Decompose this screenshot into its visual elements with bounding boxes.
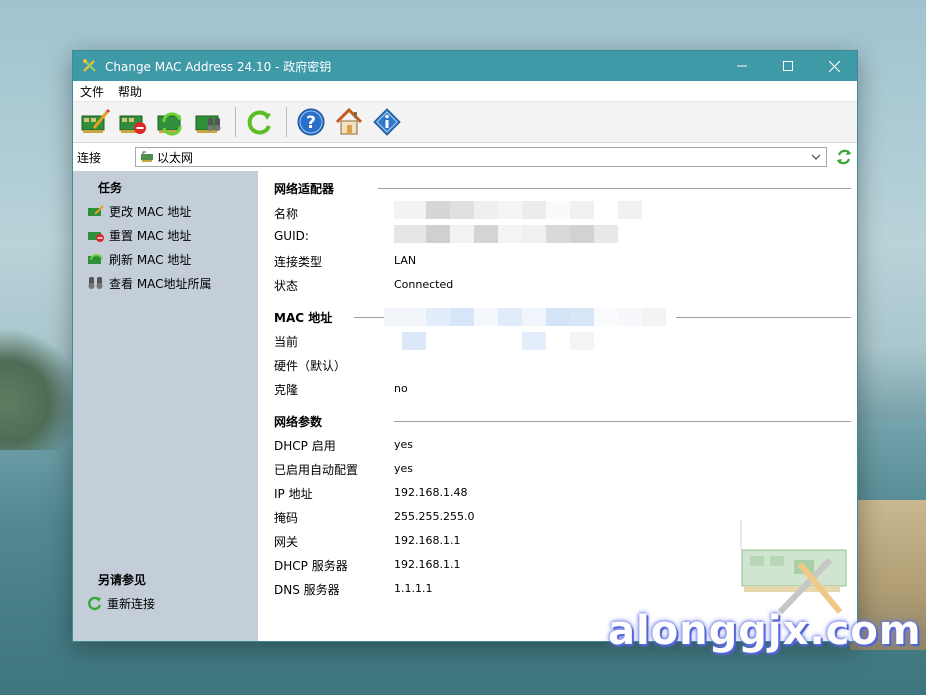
app-logo-icon — [83, 59, 96, 72]
help-button[interactable]: ? — [293, 104, 329, 140]
change-mac-button[interactable] — [77, 104, 113, 140]
connection-type-value: LAN — [394, 254, 417, 267]
gateway-value: 192.168.1.1 — [394, 534, 461, 547]
toolbar: ? — [73, 102, 857, 143]
card-remove-icon — [119, 115, 146, 134]
window-title: Change MAC Address 24.10 - 政府密钥 — [105, 59, 332, 74]
binoculars-icon — [88, 277, 103, 289]
menu-file[interactable]: 文件 — [73, 83, 111, 100]
sidebar-item-reconnect[interactable]: 重新连接 — [87, 593, 155, 613]
minimize-button[interactable] — [719, 51, 765, 81]
guid-label: GUID: — [274, 229, 309, 243]
desktop-island — [0, 330, 80, 450]
connection-select[interactable]: 以太网 — [135, 147, 827, 167]
status-value: Connected — [394, 278, 454, 291]
reset-mac-button[interactable] — [115, 104, 151, 140]
menu-bar: 文件 帮助 — [73, 81, 857, 102]
mac-section-title: MAC 地址 — [274, 311, 333, 325]
dhcp-enabled-label: DHCP 启用 — [274, 439, 336, 453]
connection-label: 连接 — [77, 150, 102, 165]
maximize-button[interactable] — [765, 51, 811, 81]
autoconfig-enabled-label: 已启用自动配置 — [274, 463, 359, 477]
connection-bar: 连接 以太网 — [73, 143, 857, 172]
sidebar-item-label: 重新连接 — [107, 596, 156, 611]
sidebar-item-label: 查看 MAC地址所属 — [109, 276, 212, 291]
lookup-mac-button[interactable] — [191, 104, 227, 140]
ip-address-value: 192.168.1.48 — [394, 486, 468, 499]
section-divider — [676, 317, 851, 318]
svg-text:?: ? — [306, 113, 316, 133]
guid-value-redacted — [394, 225, 644, 243]
params-section-title: 网络参数 — [274, 415, 323, 429]
sidebar-item-reset-mac[interactable]: 重置 MAC 地址 — [87, 225, 191, 245]
adapter-name-value-redacted — [394, 201, 644, 219]
close-button[interactable] — [811, 51, 857, 81]
card-remove-icon — [88, 232, 104, 242]
task-sidebar: 任务 更改 MAC 地址 重置 MAC 地址 刷新 MAC 地址 查看 MAC地… — [73, 171, 258, 641]
section-divider — [378, 188, 851, 189]
status-label: 状态 — [274, 279, 299, 293]
toolbar-separator — [235, 107, 236, 137]
refresh-icon — [247, 110, 271, 135]
ip-address-label: IP 地址 — [274, 487, 313, 501]
network-adapter-icon — [141, 151, 153, 162]
section-divider — [394, 421, 851, 422]
home-icon — [335, 107, 363, 135]
toolbar-separator — [286, 107, 287, 137]
connection-type-label: 连接类型 — [274, 255, 323, 269]
adapter-name-label: 名称 — [274, 207, 299, 221]
home-button[interactable] — [331, 104, 367, 140]
card-edit-icon — [81, 108, 110, 133]
mac-hardware-label: 硬件（默认） — [274, 359, 347, 373]
mac-hardware-value-redacted — [394, 332, 634, 350]
close-icon — [828, 60, 840, 72]
minimize-icon — [737, 65, 747, 67]
refresh-connection-button[interactable] — [835, 148, 853, 169]
maximize-icon — [783, 61, 793, 71]
card-refresh-icon — [88, 254, 103, 264]
sidebar-item-label: 重置 MAC 地址 — [109, 228, 192, 243]
title-bar[interactable]: Change MAC Address 24.10 - 政府密钥 — [73, 51, 857, 81]
sidebar-item-change-mac[interactable]: 更改 MAC 地址 — [87, 201, 191, 221]
refresh-small-icon — [837, 149, 851, 165]
mac-cloned-value: no — [394, 382, 408, 395]
chevron-down-icon — [811, 154, 821, 160]
tasks-heading: 任务 — [98, 181, 123, 195]
info-icon — [373, 108, 401, 136]
sidebar-item-label: 刷新 MAC 地址 — [109, 252, 192, 267]
dhcp-server-label: DHCP 服务器 — [274, 559, 348, 573]
card-search-icon — [195, 115, 221, 133]
gateway-label: 网关 — [274, 535, 299, 549]
refresh-mac-button[interactable] — [153, 104, 189, 140]
dns-server-label: DNS 服务器 — [274, 583, 340, 597]
card-refresh-icon — [157, 112, 182, 136]
network-card-tools-icon — [740, 520, 847, 615]
mac-current-label: 当前 — [274, 335, 299, 349]
see-also-heading: 另请参见 — [98, 573, 147, 587]
sidebar-item-refresh-mac[interactable]: 刷新 MAC 地址 — [87, 249, 191, 269]
dhcp-enabled-value: yes — [394, 438, 414, 451]
section-divider — [354, 317, 384, 318]
refresh-button[interactable] — [242, 104, 278, 140]
dns-server-value: 1.1.1.1 — [394, 582, 433, 595]
autoconfig-enabled-value: yes — [394, 462, 414, 475]
dhcp-server-value: 192.168.1.1 — [394, 558, 461, 571]
menu-help[interactable]: 帮助 — [111, 83, 149, 100]
subnet-mask-value: 255.255.255.0 — [394, 510, 475, 523]
adapter-section-title: 网络适配器 — [274, 182, 335, 196]
sidebar-item-label: 更改 MAC 地址 — [109, 204, 192, 219]
reconnect-icon — [88, 596, 102, 611]
card-edit-icon — [88, 205, 104, 216]
help-icon: ? — [297, 108, 325, 136]
connection-selected-value: 以太网 — [157, 150, 194, 165]
about-button[interactable] — [369, 104, 405, 140]
mac-current-value-redacted — [384, 308, 676, 326]
sidebar-item-lookup-mac[interactable]: 查看 MAC地址所属 — [87, 273, 212, 293]
mac-cloned-label: 克隆 — [274, 383, 299, 397]
watermark: alonggjx.com — [608, 608, 922, 654]
subnet-mask-label: 掩码 — [274, 511, 299, 525]
